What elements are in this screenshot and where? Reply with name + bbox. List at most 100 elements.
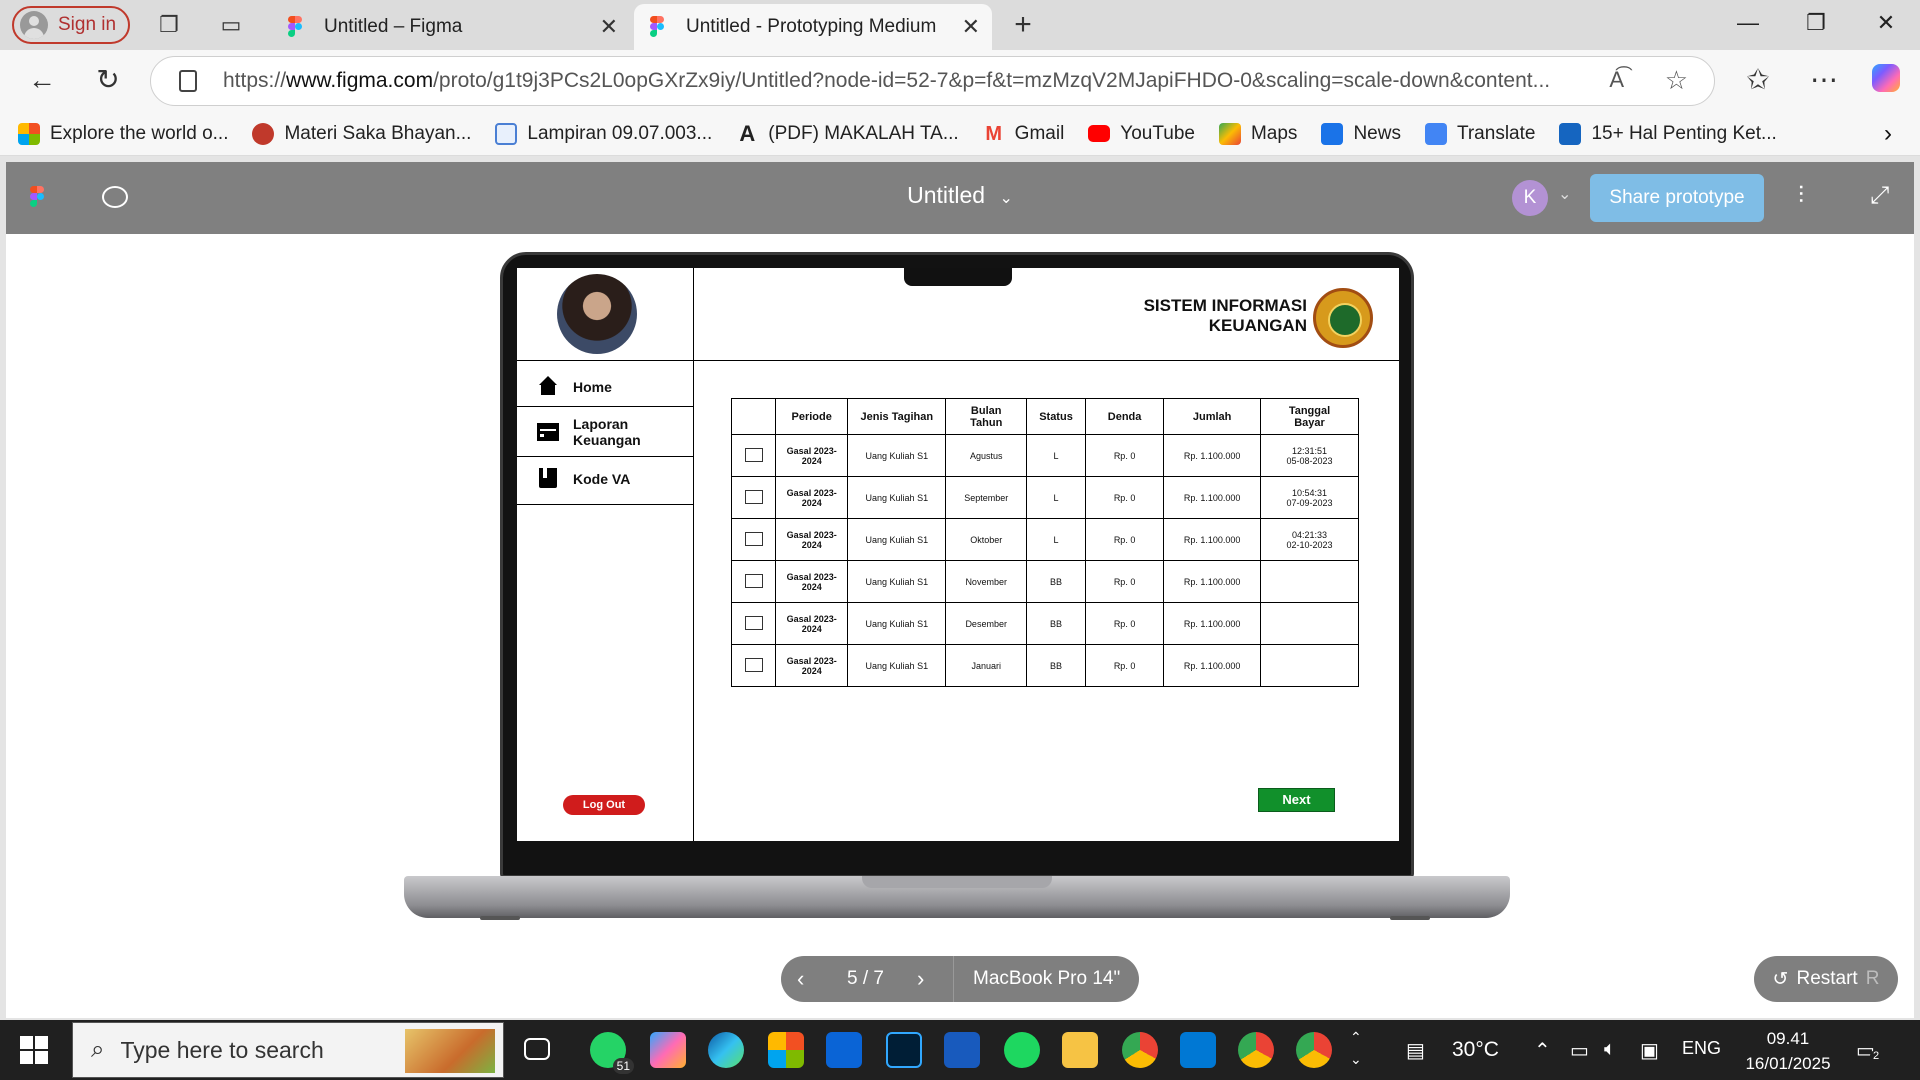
more-options-icon[interactable]: ⋯ [1806, 64, 1842, 96]
bookmark-item[interactable]: Maps [1218, 122, 1297, 145]
sidebar-item-home[interactable]: Home [517, 370, 694, 404]
minimize-icon[interactable]: — [1728, 10, 1768, 36]
copilot-icon[interactable] [1868, 64, 1904, 99]
restart-button[interactable]: ↺ Restart R [1754, 956, 1898, 1002]
windows-start-icon[interactable] [20, 1036, 48, 1064]
tab-prototype[interactable]: Untitled - Prototyping Medium ✕ [634, 4, 992, 50]
chrome-profile-m-icon[interactable] [1296, 1032, 1332, 1068]
tanggal-cell: 10:54:31 07-09-2023 [1260, 476, 1359, 519]
copilot-icon[interactable] [650, 1032, 686, 1068]
next-button[interactable]: Next [1258, 788, 1335, 812]
whatsapp-icon[interactable]: 51 [590, 1032, 634, 1074]
bookmark-item[interactable]: A (PDF) MAKALAH TA... [736, 122, 958, 145]
clock[interactable]: 09.41 16/01/2025 [1740, 1026, 1836, 1076]
tab-figma-file[interactable]: Untitled – Figma ✕ [280, 4, 630, 50]
bookmarks-bar: Explore the world o... Materi Saka Bhaya… [0, 112, 1920, 156]
page-indicator: 5 / 7 [847, 968, 884, 989]
divider [517, 360, 694, 361]
logout-button[interactable]: Log Out [563, 795, 645, 815]
chevron-down-icon[interactable]: ⌄ [999, 190, 1012, 207]
edge-icon[interactable] [708, 1032, 744, 1068]
close-window-icon[interactable]: ✕ [1866, 10, 1906, 36]
bulan-cell: Agustus [945, 434, 1028, 477]
workspaces-icon[interactable]: ❐ [156, 12, 182, 38]
restore-icon[interactable]: ❐ [1796, 10, 1836, 36]
sidebar-item-kode-va[interactable]: Kode VA [517, 462, 694, 496]
sidebar-item-laporan-keuangan[interactable]: Laporan Keuangan [517, 412, 694, 452]
bookmarks-overflow-icon[interactable]: › [1884, 120, 1892, 148]
payment-date: 07-09-2023 [1286, 497, 1333, 508]
store-icon[interactable] [768, 1032, 804, 1068]
volume-icon[interactable]: 🔈︎ [1604, 1038, 1616, 1061]
close-tab-icon[interactable]: ✕ [962, 14, 980, 40]
row-checkbox[interactable] [744, 657, 763, 672]
meet-now-icon[interactable]: ▣ [1640, 1038, 1659, 1063]
bookmark-icon [252, 122, 275, 145]
vscode-icon[interactable] [1180, 1032, 1216, 1068]
row-checkbox[interactable] [744, 447, 763, 462]
chevron-down-icon: ⌄ [977, 993, 990, 1010]
prototype-screen: Home Laporan Keuangan Kode VA Log Out SI… [517, 268, 1399, 841]
url-field[interactable]: https://www.figma.com/proto/g1t9j3PCs2L0… [150, 56, 1715, 106]
fullscreen-icon[interactable]: ⤢ [1870, 182, 1889, 210]
book-icon [537, 468, 559, 490]
read-aloud-icon[interactable]: A͡ [1609, 67, 1624, 93]
row-checkbox[interactable] [744, 531, 763, 546]
next-frame-icon[interactable]: › [917, 966, 924, 992]
figma-prototype-toolbar: Untitled ⌄ K ⌄ Share prototype ⫶ ⤢ [6, 162, 1914, 234]
row-checkbox[interactable] [744, 489, 763, 504]
device-label: MacBook Pro 14" [973, 968, 1121, 989]
payment-time: 10:54:31 [1291, 487, 1328, 498]
close-tab-icon[interactable]: ✕ [600, 14, 618, 40]
youtube-icon [1088, 125, 1111, 142]
settings-sliders-icon[interactable]: ⫶ [1798, 182, 1804, 210]
tab-actions-icon[interactable]: ▭ [218, 12, 244, 38]
spotify-icon[interactable] [1004, 1032, 1040, 1068]
bookmark-item[interactable]: News [1321, 122, 1401, 145]
university-logo [1313, 288, 1373, 348]
show-hidden-icons-icon[interactable]: ⌃ [1534, 1038, 1551, 1063]
file-title[interactable]: Untitled [907, 182, 985, 208]
device-select[interactable]: MacBook Pro 14" ⌄ [973, 968, 1139, 1012]
chevron-down-icon[interactable]: ⌄ [1558, 184, 1571, 204]
row-checkbox[interactable] [744, 615, 763, 630]
column-header: Status [1026, 398, 1086, 435]
bookmark-item[interactable]: Explore the world o... [18, 122, 228, 145]
task-view-icon[interactable] [524, 1038, 550, 1060]
weather-icon[interactable]: ▤ [1406, 1038, 1425, 1063]
word-icon[interactable] [944, 1032, 980, 1068]
language-indicator[interactable]: ENG [1682, 1038, 1721, 1059]
bookmark-item[interactable]: M Gmail [983, 123, 1064, 145]
bookmark-item[interactable]: Translate [1424, 122, 1535, 145]
taskbar-search-input[interactable]: ⌕ Type here to search [72, 1022, 504, 1078]
chrome-profile-k-icon[interactable] [1238, 1032, 1274, 1068]
back-icon[interactable]: ← [24, 64, 60, 96]
avatar[interactable]: K [1512, 180, 1548, 216]
notifications-icon[interactable]: ▭ 2 [1856, 1038, 1883, 1063]
file-explorer-icon[interactable] [1062, 1032, 1098, 1068]
temperature[interactable]: 30°C [1452, 1038, 1499, 1062]
row-checkbox[interactable] [744, 573, 763, 588]
translate-icon [1424, 122, 1447, 145]
outlook-icon[interactable] [826, 1032, 862, 1068]
sign-in-button[interactable]: Sign in [12, 6, 130, 44]
bookmark-item[interactable]: 15+ Hal Penting Ket... [1559, 122, 1777, 145]
bookmark-item[interactable]: YouTube [1088, 123, 1195, 145]
divider [694, 360, 1399, 361]
chrome-icon[interactable] [1122, 1032, 1158, 1068]
favorite-star-icon[interactable]: ☆ [1665, 65, 1688, 96]
share-prototype-button[interactable]: Share prototype [1590, 174, 1764, 222]
periode-cell: Gasal 2023-2024 [775, 518, 849, 561]
battery-icon[interactable]: ▭ [1570, 1038, 1589, 1063]
refresh-icon[interactable]: ↻ [90, 64, 126, 96]
scroll-taskbar-icon[interactable]: ⌃ ⌄ [1350, 1026, 1362, 1070]
photoshop-icon[interactable] [886, 1032, 922, 1068]
favorites-icon[interactable]: ✩ [1740, 64, 1776, 96]
previous-frame-icon[interactable]: ‹ [797, 966, 804, 992]
denda-cell: Rp. 0 [1084, 644, 1165, 687]
new-tab-icon[interactable]: + [1010, 10, 1036, 40]
windows-taskbar: ⌕ Type here to search 51 ⌃ ⌄ ▤ 30°C ⌃ ▭ 🔈… [0, 1020, 1920, 1080]
bookmark-item[interactable]: Lampiran 09.07.003... [495, 122, 712, 145]
bulan-cell: November [945, 560, 1028, 603]
bookmark-item[interactable]: Materi Saka Bhayan... [252, 122, 471, 145]
